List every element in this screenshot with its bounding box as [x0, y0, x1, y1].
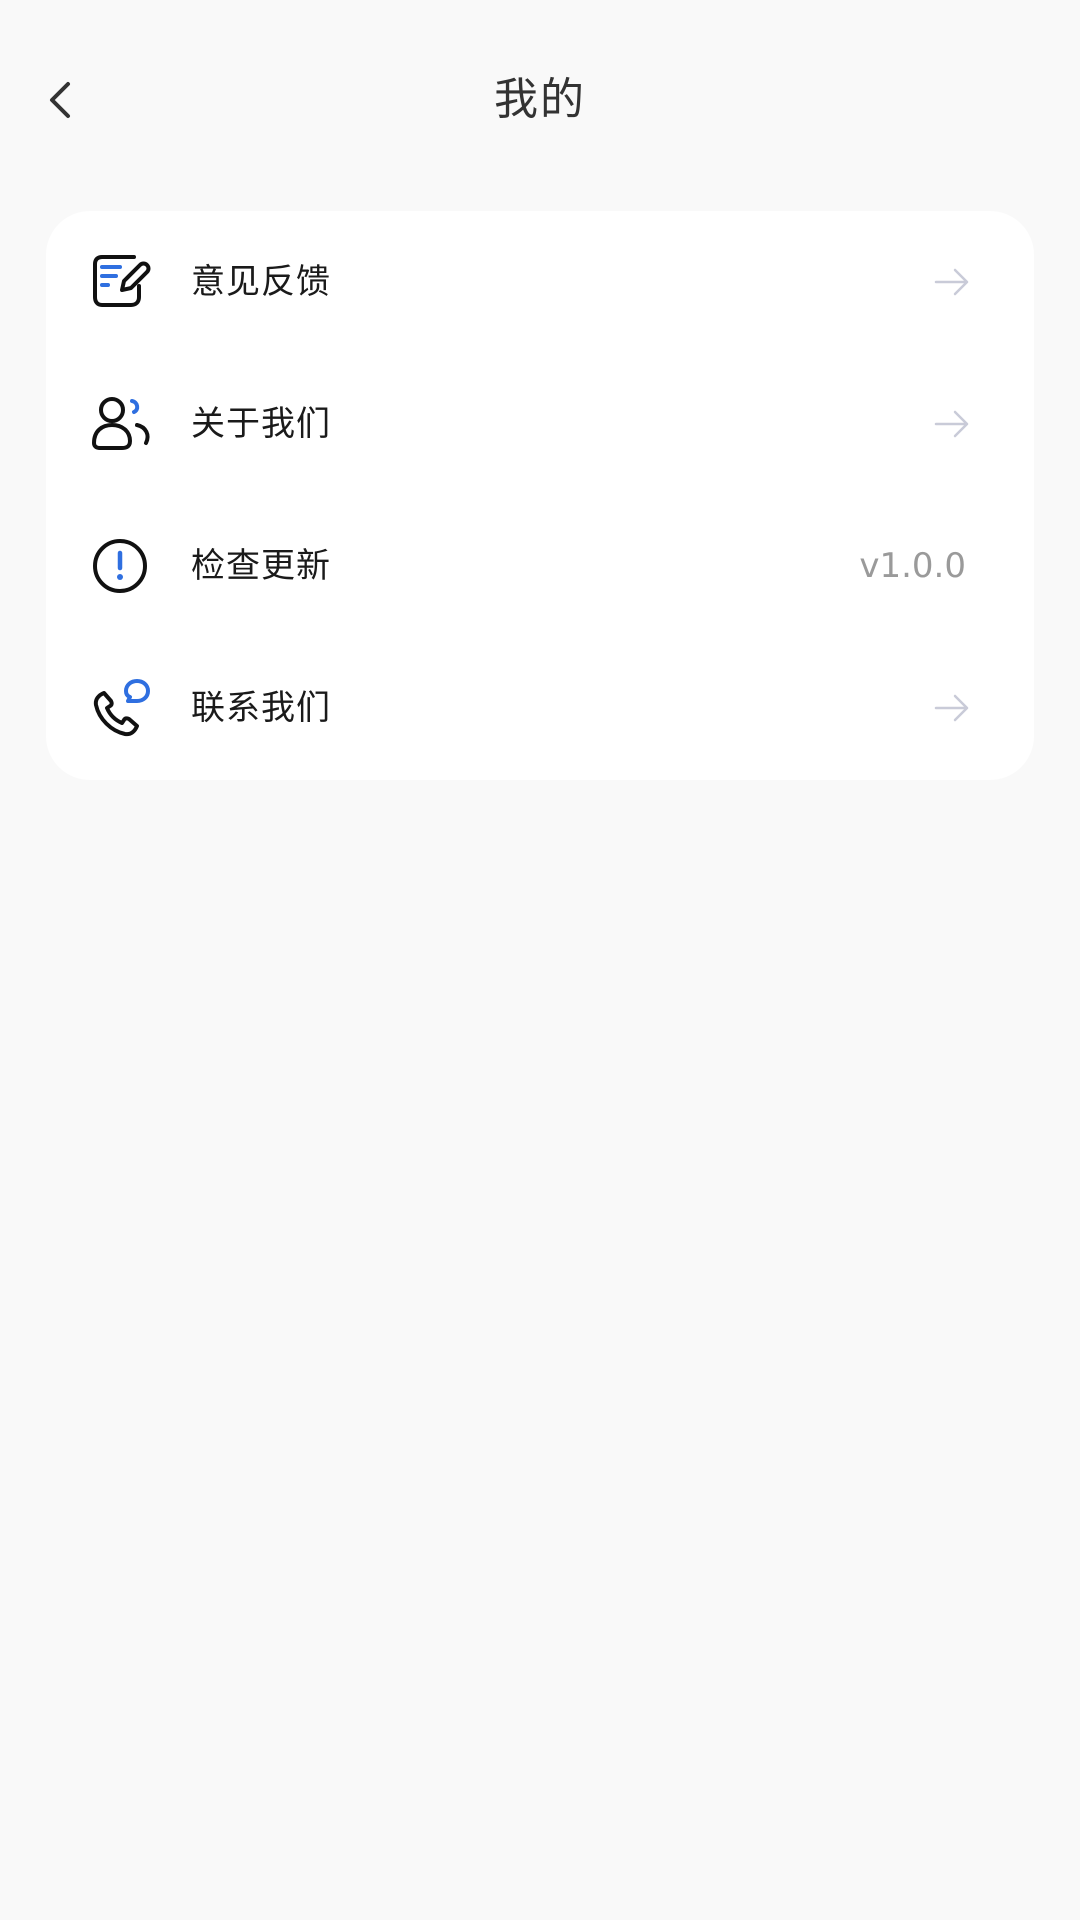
menu-item-about[interactable]: 关于我们 — [46, 353, 1034, 495]
arrow-right-icon — [934, 694, 969, 722]
menu-card: 意见反馈 关于我们 检查更新 v1.0.0 联系我们 — [46, 211, 1034, 780]
menu-item-label: 检查更新 — [191, 546, 331, 586]
version-value: v1.0.0 — [859, 546, 966, 586]
menu-item-label: 关于我们 — [191, 404, 331, 444]
menu-item-feedback[interactable]: 意见反馈 — [46, 211, 1034, 353]
page: 我的 意见反馈 关于我们 检查更新 v1.0.0 联系我们 — [0, 0, 1080, 1920]
arrow-right-icon — [934, 410, 969, 438]
menu-item-label: 联系我们 — [191, 688, 331, 728]
menu-item-contact[interactable]: 联系我们 — [46, 637, 1034, 779]
arrow-right-icon — [934, 268, 969, 296]
feedback-edit-icon — [93, 255, 151, 307]
about-users-icon — [92, 397, 150, 450]
phone-chat-icon — [93, 679, 150, 737]
page-title: 我的 — [494, 74, 586, 125]
menu-item-label: 意见反馈 — [191, 262, 331, 302]
menu-item-check-update[interactable]: 检查更新 v1.0.0 — [46, 495, 1034, 637]
info-alert-icon — [93, 539, 147, 593]
top-bar: 我的 — [0, 40, 1080, 156]
